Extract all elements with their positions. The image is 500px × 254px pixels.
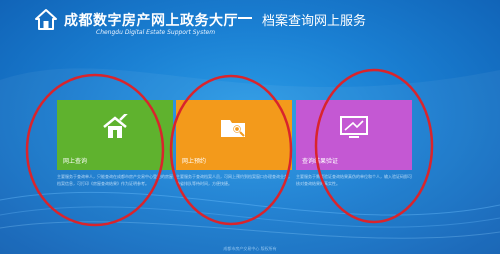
title-divider [238,17,252,19]
tile-online-appointment[interactable]: 网上预约 [176,100,292,170]
tile-description: 主要服务于查询档案人员，可网上预约到档案窗口办理查询业务，节省排队等待时间，方便… [176,174,292,186]
app-subtitle: Chengdu Digital Estate Support System [96,29,216,36]
app-title: 成都数字房产网上政务大厅 [64,13,238,29]
footer-text: 成都市房产交易中心 版权所有 [223,246,277,251]
tile-result-verify[interactable]: 查询结果验证 [296,100,412,170]
header: 成都数字房产网上政务大厅 Chengdu Digital Estate Supp… [0,0,500,46]
house-edit-icon [103,114,128,138]
tile-label: 网上查询 [63,158,88,165]
tile-online-query[interactable]: 网上查询 [57,100,173,170]
house-logo-icon [35,9,57,30]
folder-search-icon [221,120,245,137]
monitor-verify-icon [340,116,368,138]
section-title: 档案查询网上服务 [262,14,367,29]
tile-label: 网上预约 [182,158,207,165]
tile-label: 查询结果验证 [302,158,339,165]
tile-description: 主要服务于查询单人，只能查询在成都市房产交易中心登记的房屋档案信息，可打印《房屋… [57,174,173,186]
tile-description: 主要服务于需要验证查询结果真伪的单位和个人，输入验证码即可核对查询结果的真实性。 [296,174,412,186]
